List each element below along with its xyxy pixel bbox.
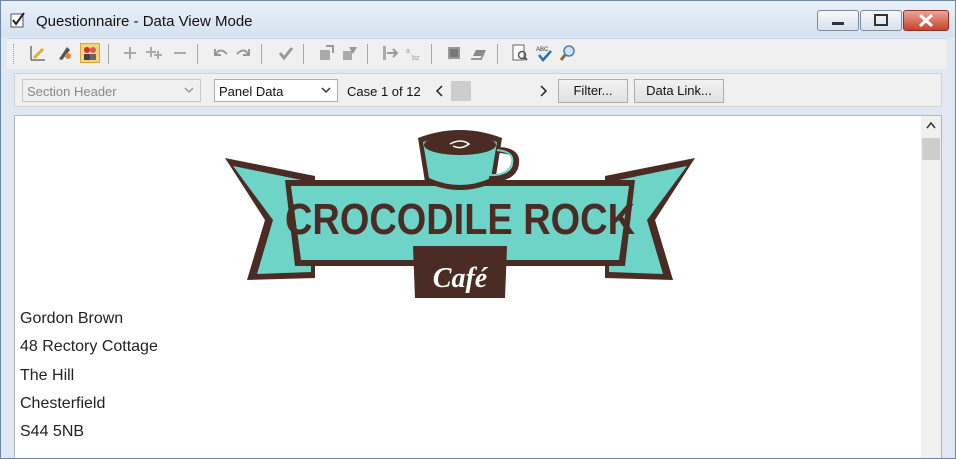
section-combo[interactable]: Section Header bbox=[22, 79, 201, 102]
add-icon[interactable] bbox=[121, 44, 139, 62]
address-line: S44 5NB bbox=[20, 423, 85, 440]
chevron-up-icon[interactable] bbox=[925, 120, 937, 130]
undo-icon[interactable] bbox=[211, 44, 229, 62]
questionnaire-content: CROCODILE ROCK Café Gordon Brown 48 Rect… bbox=[14, 115, 942, 458]
stop-icon[interactable] bbox=[445, 44, 463, 62]
remove-icon[interactable] bbox=[171, 44, 189, 62]
sort-icon[interactable]: abz bbox=[405, 44, 423, 62]
toolbar-separator bbox=[431, 44, 432, 64]
layers-icon[interactable] bbox=[469, 44, 487, 62]
navigation-bar: Section Header Panel Data Case 1 of 12 F… bbox=[14, 73, 942, 107]
minimize-icon bbox=[832, 22, 844, 25]
add-multiple-icon[interactable] bbox=[145, 44, 163, 62]
main-toolbar: a bz ABC bbox=[7, 38, 947, 69]
toolbar-separator bbox=[261, 44, 262, 64]
maximize-icon bbox=[874, 14, 888, 26]
svg-text:a: a bbox=[406, 48, 410, 55]
minimize-button[interactable] bbox=[817, 10, 859, 31]
filter-button[interactable]: Filter... bbox=[558, 79, 628, 103]
svg-text:bz: bz bbox=[412, 55, 420, 62]
close-icon bbox=[918, 13, 934, 28]
scroll-thumb[interactable] bbox=[922, 138, 940, 160]
close-button[interactable] bbox=[903, 10, 949, 31]
check-icon[interactable] bbox=[277, 44, 295, 62]
move-icon[interactable] bbox=[341, 44, 359, 62]
redo-icon[interactable] bbox=[235, 44, 253, 62]
title-bar: Questionnaire - Data View Mode bbox=[1, 1, 955, 37]
panel-combo[interactable]: Panel Data bbox=[214, 79, 338, 102]
move-up-icon[interactable] bbox=[317, 44, 335, 62]
maximize-button[interactable] bbox=[860, 10, 902, 31]
toolbar-grip[interactable] bbox=[13, 44, 17, 64]
chevron-left-icon[interactable] bbox=[434, 83, 446, 99]
section-combo-value: Section Header bbox=[27, 84, 117, 99]
toolbar-separator bbox=[497, 44, 498, 64]
chevron-down-icon bbox=[184, 87, 194, 94]
address-line: 48 Rectory Cottage bbox=[20, 338, 158, 355]
toolbar-separator bbox=[108, 44, 109, 64]
address-line: Chesterfield bbox=[20, 395, 106, 412]
pen-icon[interactable] bbox=[55, 44, 73, 62]
chevron-down-icon bbox=[321, 87, 331, 94]
case-scroll-thumb[interactable] bbox=[451, 81, 471, 101]
window-title: Questionnaire - Data View Mode bbox=[36, 13, 253, 30]
edit-icon[interactable] bbox=[29, 44, 47, 62]
address-line: Gordon Brown bbox=[20, 310, 124, 327]
data-link-button[interactable]: Data Link... bbox=[634, 79, 724, 103]
find-icon[interactable] bbox=[559, 44, 577, 62]
case-label: Case 1 of 12 bbox=[347, 84, 421, 99]
toolbar-separator bbox=[367, 44, 368, 64]
panel-combo-value: Panel Data bbox=[219, 84, 284, 99]
people-icon[interactable] bbox=[80, 43, 100, 63]
chevron-right-icon[interactable] bbox=[537, 83, 549, 99]
vertical-scrollbar[interactable] bbox=[921, 116, 941, 458]
checklist-icon bbox=[10, 12, 25, 28]
spellcheck-icon[interactable]: ABC bbox=[535, 44, 553, 62]
cafe-logo: CROCODILE ROCK Café bbox=[225, 130, 695, 298]
toolbar-separator bbox=[303, 44, 304, 64]
preview-icon[interactable] bbox=[511, 44, 529, 62]
logo-name: CROCODILE ROCK bbox=[285, 195, 635, 244]
questionnaire-window: Questionnaire - Data View Mode a bz ABC … bbox=[0, 0, 956, 459]
svg-text:ABC: ABC bbox=[536, 47, 549, 53]
address-line: The Hill bbox=[20, 367, 75, 384]
export-icon[interactable] bbox=[381, 44, 399, 62]
toolbar-separator bbox=[197, 44, 198, 64]
logo-sub: Café bbox=[433, 263, 489, 294]
